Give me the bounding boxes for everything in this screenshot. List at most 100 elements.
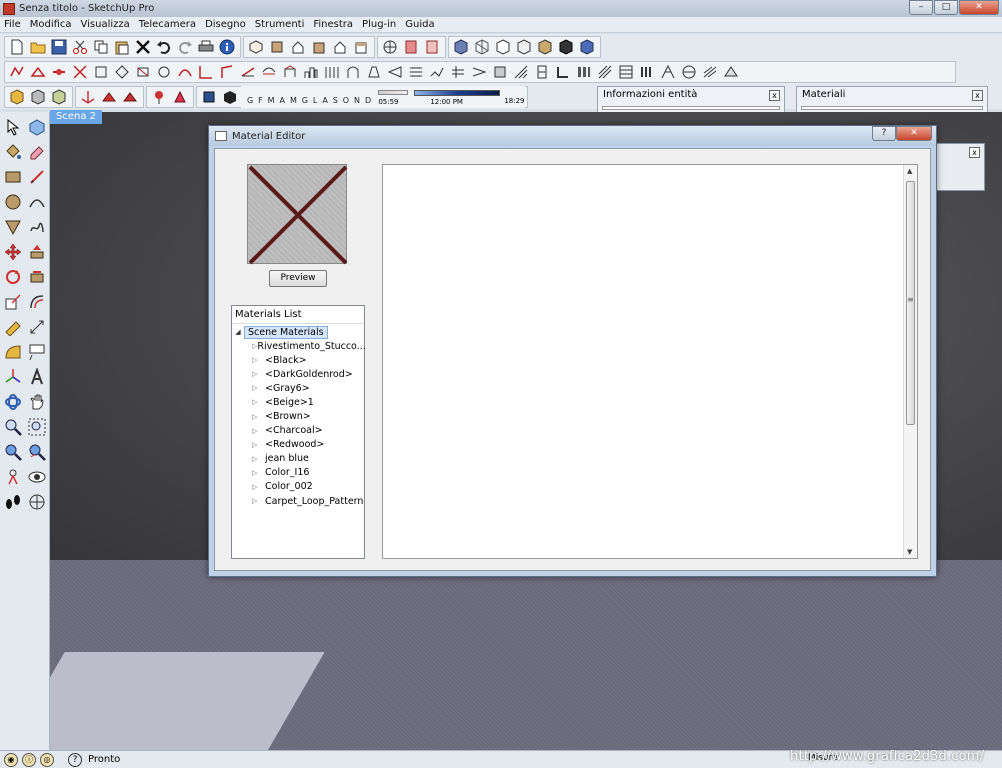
tree-root-label[interactable]: Scene Materials (244, 325, 328, 339)
material-properties-pane[interactable]: ▲ ≡ ▼ (382, 164, 918, 559)
copy-icon[interactable] (91, 37, 111, 56)
axes-icon[interactable] (78, 87, 98, 106)
new-file-icon[interactable] (7, 37, 27, 56)
menu-file[interactable]: File (4, 19, 21, 30)
component-icon[interactable] (7, 87, 27, 106)
plugin-tool-26-icon[interactable] (532, 62, 552, 81)
plugin-tool-20-icon[interactable] (406, 62, 426, 81)
zoom-extents-icon[interactable] (2, 441, 24, 463)
plugin-tool-35-icon[interactable] (721, 62, 741, 81)
geo-location-icon[interactable] (170, 87, 190, 106)
user-status-icon[interactable]: ◎ (40, 752, 54, 767)
help-button[interactable]: ? (872, 126, 896, 141)
undo-icon[interactable] (154, 37, 174, 56)
shaded-icon[interactable] (514, 37, 534, 56)
date-slider[interactable]: 05:59 (378, 88, 409, 106)
scene-tab[interactable]: Scena 2 (50, 110, 103, 124)
shaded-textures-icon[interactable] (535, 37, 555, 56)
material-item[interactable]: ▷ Rivestimento_Stucco... (232, 339, 366, 353)
plugin-tool-29-icon[interactable] (595, 62, 615, 81)
section-plane-tool-icon[interactable] (26, 491, 48, 513)
material-item[interactable]: ▷ <Beige>1 (232, 395, 364, 409)
back-view-icon[interactable] (330, 37, 350, 56)
instructor-help-icon[interactable]: ? (68, 752, 82, 767)
open-folder-icon[interactable] (28, 37, 48, 56)
menu-telecamera[interactable]: Telecamera (139, 19, 196, 30)
3d-text-icon[interactable] (26, 366, 48, 388)
plugin-tool-30-icon[interactable] (616, 62, 636, 81)
orbit-icon[interactable] (2, 391, 24, 413)
material-item[interactable]: ▷ jean blue (232, 452, 364, 466)
text-label-icon[interactable] (26, 341, 48, 363)
material-item[interactable]: ▷ <Brown> (232, 409, 364, 423)
collapsed-triangle-icon[interactable]: ▷ (252, 356, 265, 364)
plugin-tool-13-icon[interactable] (259, 62, 279, 81)
plugin-tool-32-icon[interactable] (658, 62, 678, 81)
redo-icon[interactable] (175, 37, 195, 56)
terrain-n-icon[interactable] (120, 87, 140, 106)
terrain-v-icon[interactable] (99, 87, 119, 106)
scale-icon[interactable] (2, 291, 24, 313)
material-item[interactable]: ▷ <DarkGoldenrod> (232, 367, 364, 381)
walk-footprints-icon[interactable] (2, 491, 24, 513)
make-component-icon[interactable] (26, 116, 48, 138)
tape-measure-icon[interactable] (2, 316, 24, 338)
model-info-icon[interactable] (217, 37, 237, 56)
scroll-down-icon[interactable]: ▼ (907, 548, 912, 556)
plugin-tool-19-icon[interactable] (385, 62, 405, 81)
hidden-line-icon[interactable] (493, 37, 513, 56)
plugin-tool-25-icon[interactable] (511, 62, 531, 81)
plugin-tool-17-icon[interactable] (343, 62, 363, 81)
move-icon[interactable] (2, 241, 24, 263)
menu-modifica[interactable]: Modifica (30, 19, 72, 30)
plugin-tool-33-icon[interactable] (679, 62, 699, 81)
plugin-tool-10-icon[interactable] (196, 62, 216, 81)
plugin-tool-1-icon[interactable] (7, 62, 27, 81)
top-view-icon[interactable] (267, 37, 287, 56)
material-item[interactable]: ▷ Color_002 (232, 480, 364, 494)
paste-icon[interactable] (112, 37, 132, 56)
position-camera-icon[interactable] (2, 466, 24, 488)
component-browser-icon[interactable] (28, 87, 48, 106)
plugin-tool-9-icon[interactable] (175, 62, 195, 81)
left-view-icon[interactable] (351, 37, 371, 56)
collapsed-triangle-icon[interactable]: ▷ (252, 483, 265, 491)
polygon-icon[interactable] (2, 216, 24, 238)
offset-icon[interactable] (26, 291, 48, 313)
plugin-tool-3-icon[interactable] (49, 62, 69, 81)
material-item[interactable]: ▷ Carpet_Loop_Pattern (232, 494, 364, 508)
protractor-icon[interactable] (2, 341, 24, 363)
plugin-tool-5-icon[interactable] (91, 62, 111, 81)
rectangle-icon[interactable] (2, 166, 24, 188)
menu-finestra[interactable]: Finestra (313, 19, 353, 30)
collapsed-triangle-icon[interactable]: ▷ (252, 398, 265, 406)
rotate-icon[interactable] (2, 266, 24, 288)
monochrome-icon[interactable] (556, 37, 576, 56)
follow-me-icon[interactable] (26, 266, 48, 288)
look-around-icon[interactable] (26, 466, 48, 488)
freehand-icon[interactable] (26, 216, 48, 238)
properties-scrollbar[interactable]: ▲ ≡ ▼ (903, 165, 917, 558)
collapsed-triangle-icon[interactable]: ▷ (252, 384, 265, 392)
plugin-tool-16-icon[interactable] (322, 62, 342, 81)
eraser-icon[interactable] (26, 141, 48, 163)
plugin-tool-8-icon[interactable] (154, 62, 174, 81)
collapsed-triangle-icon[interactable]: ▷ (252, 427, 265, 435)
location-pin-icon[interactable] (149, 87, 169, 106)
delete-icon[interactable] (133, 37, 153, 56)
save-icon[interactable] (49, 37, 69, 56)
materials-panel-close-button[interactable]: x (972, 90, 983, 101)
plugin-tool-18-icon[interactable] (364, 62, 384, 81)
display-section-cut-icon[interactable] (422, 37, 442, 56)
menu-disegno[interactable]: Disegno (205, 19, 246, 30)
collapsed-triangle-icon[interactable]: ▷ (252, 370, 265, 378)
plugin-tool-6-icon[interactable] (112, 62, 132, 81)
line-pencil-icon[interactable] (26, 166, 48, 188)
plugin-tool-27-icon[interactable] (553, 62, 573, 81)
background-dialog-close-button[interactable]: x (969, 147, 980, 158)
plugin-tool-21-icon[interactable] (427, 62, 447, 81)
plugin-tool-22-icon[interactable] (448, 62, 468, 81)
plugin-tool-11-icon[interactable] (217, 62, 237, 81)
print-icon[interactable] (196, 37, 216, 56)
plugin-tool-2-icon[interactable] (28, 62, 48, 81)
